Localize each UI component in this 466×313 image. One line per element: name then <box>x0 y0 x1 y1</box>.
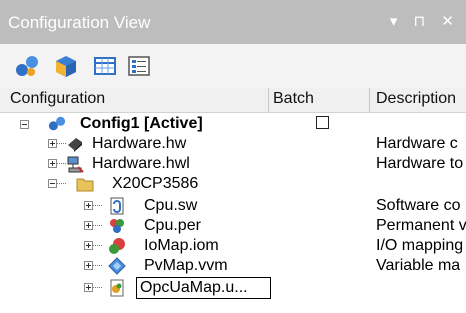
tree-row-pvmap[interactable]: PvMap.vvm Variable ma <box>0 256 466 276</box>
collapse-toggle[interactable] <box>48 179 57 188</box>
tree-row-hardware-hw[interactable]: Hardware.hw Hardware c <box>0 134 466 154</box>
column-separator[interactable] <box>268 88 269 112</box>
expand-toggle[interactable] <box>84 221 93 230</box>
config-network-icon <box>48 116 66 131</box>
hardware-module-icon <box>68 138 82 152</box>
expand-toggle[interactable] <box>84 241 93 250</box>
rename-input-text: OpcUaMap.u... <box>140 279 248 296</box>
description-cell: Variable ma <box>376 257 461 274</box>
permanent-variables-icon <box>110 219 124 233</box>
description-cell: I/O mapping <box>376 237 464 254</box>
tree-row-x20cp3586[interactable]: X20CP3586 <box>0 174 466 194</box>
panel-window-controls[interactable]: ▾ ⊓ ✕ <box>390 12 460 30</box>
tree-label: PvMap.vvm <box>144 257 228 274</box>
description-cell: Hardware to <box>376 155 464 172</box>
hardware-topology-icon <box>67 156 84 173</box>
folder-icon <box>76 178 94 192</box>
tree-label: Cpu.sw <box>144 197 198 214</box>
grid-table-icon <box>94 57 116 75</box>
cube-icon-button[interactable] <box>52 53 78 79</box>
panel-title: Configuration View <box>8 13 151 32</box>
description-cell: Software co <box>376 197 461 214</box>
cube-icon <box>56 56 76 77</box>
tree-row-iomap[interactable]: IoMap.iom I/O mapping <box>0 236 466 256</box>
variable-mapping-icon <box>108 257 126 275</box>
tree-row-cpu-per[interactable]: Cpu.per Permanent v <box>0 216 466 236</box>
tree-row-opcuamap[interactable]: OpcUaMap.u... <box>0 277 466 299</box>
software-config-icon <box>110 197 124 215</box>
column-separator[interactable] <box>369 88 370 112</box>
panel-title-bar: Configuration View ▾ ⊓ ✕ <box>0 0 466 44</box>
tree-label: X20CP3586 <box>112 175 199 192</box>
column-header: Configuration Batch Description <box>0 88 466 113</box>
tree-row-cpu-sw[interactable]: Cpu.sw Software co <box>0 196 466 216</box>
opcua-map-icon <box>110 279 124 297</box>
toolbar <box>0 44 466 88</box>
expand-toggle[interactable] <box>84 201 93 210</box>
description-cell: Hardware c <box>376 135 458 152</box>
io-mapping-icon <box>109 238 125 254</box>
collapse-toggle[interactable] <box>20 120 29 129</box>
column-description[interactable]: Description <box>376 90 456 108</box>
tree-label: Cpu.per <box>144 217 201 234</box>
tree-row-hardware-hwl[interactable]: Hardware.hwl Hardware to <box>0 154 466 174</box>
rename-input[interactable]: OpcUaMap.u... <box>136 277 271 299</box>
expand-toggle[interactable] <box>84 261 93 270</box>
expand-toggle[interactable] <box>84 283 93 292</box>
tree-label: Hardware.hw <box>92 135 187 152</box>
network-icon-button[interactable] <box>14 53 40 79</box>
network-icon <box>16 56 38 76</box>
tree-label: Hardware.hwl <box>92 155 190 172</box>
expand-toggle[interactable] <box>48 139 57 148</box>
configuration-tree: Config1 [Active] Hardware.hw Hardware c … <box>0 112 466 313</box>
column-configuration[interactable]: Configuration <box>10 90 105 108</box>
description-cell: Permanent v <box>376 217 466 234</box>
column-batch[interactable]: Batch <box>273 90 314 108</box>
list-view-icon <box>128 56 150 76</box>
batch-checkbox[interactable] <box>316 116 329 129</box>
list-view-icon-button[interactable] <box>126 53 152 79</box>
tree-row-config1[interactable]: Config1 [Active] <box>0 114 466 134</box>
tree-label: IoMap.iom <box>144 237 219 254</box>
grid-table-icon-button[interactable] <box>92 53 118 79</box>
expand-toggle[interactable] <box>48 159 57 168</box>
tree-label: Config1 [Active] <box>80 115 203 132</box>
